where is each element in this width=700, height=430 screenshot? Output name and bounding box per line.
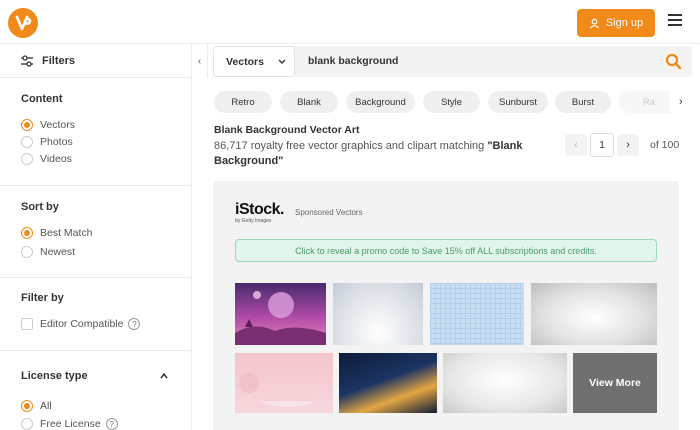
- sponsored-label: Sponsored Vectors: [295, 208, 363, 217]
- sort-heading: Sort by: [21, 201, 59, 213]
- signup-label: Sign up: [605, 17, 644, 29]
- option-label: Newest: [40, 246, 76, 258]
- chevron-up-icon[interactable]: [160, 372, 168, 380]
- asset-type-label: Vectors: [226, 55, 264, 68]
- filter-sidebar: Filters Content Vectors Photos Videos So…: [0, 45, 192, 430]
- option-label: Vectors: [40, 119, 76, 131]
- radio-selected[interactable]: [21, 227, 33, 239]
- option-label: Photos: [40, 136, 73, 148]
- chevron-left-icon[interactable]: ‹: [192, 45, 208, 78]
- radio[interactable]: [21, 153, 33, 165]
- option-label: Free License: [40, 418, 101, 430]
- content-filter-section: Content Vectors Photos Videos: [0, 79, 192, 186]
- results-count-text: 86,717 royalty free vector graphics and …: [214, 140, 488, 152]
- chevron-left-icon[interactable]: ‹: [565, 134, 587, 156]
- tag-partial[interactable]: Ra: [619, 91, 670, 113]
- license-option-free[interactable]: Free License?: [21, 418, 118, 430]
- option-label: Videos: [40, 153, 72, 165]
- page-total: of 100: [650, 139, 680, 151]
- radio[interactable]: [21, 418, 33, 430]
- search-bar: Vectors blank background: [213, 46, 692, 77]
- view-more-button[interactable]: View More: [573, 353, 657, 413]
- thumbnail-image[interactable]: [531, 283, 657, 345]
- content-option-photos[interactable]: Photos: [21, 136, 73, 148]
- results-subtitle: 86,717 royalty free vector graphics and …: [214, 139, 554, 169]
- logo-icon[interactable]: [8, 8, 38, 38]
- signup-button[interactable]: Sign up: [577, 9, 655, 37]
- radio-selected[interactable]: [21, 400, 33, 412]
- sort-section: Sort by Best Match Newest: [0, 187, 192, 278]
- radio-selected[interactable]: [21, 119, 33, 131]
- sort-option-newest[interactable]: Newest: [21, 246, 75, 258]
- istock-logo[interactable]: iStock. by Getty Images: [235, 201, 284, 224]
- filter-by-heading: Filter by: [21, 292, 64, 304]
- user-icon: [589, 18, 599, 29]
- sort-option-best-match[interactable]: Best Match: [21, 227, 93, 239]
- radio[interactable]: [21, 136, 33, 148]
- thumbnail-image[interactable]: [333, 283, 423, 345]
- filter-by-section: Filter by Editor Compatible?: [0, 279, 192, 351]
- license-section: License type All Free License?: [0, 352, 192, 430]
- thumbnail-image[interactable]: [339, 353, 437, 413]
- tag-sunburst[interactable]: Sunburst: [488, 91, 548, 113]
- tag-background[interactable]: Background: [346, 91, 415, 113]
- results-title: Blank Background Vector Art: [214, 124, 360, 136]
- checkbox[interactable]: [21, 318, 33, 330]
- option-label: Best Match: [40, 227, 93, 239]
- related-tags: Retro Blank Background Style Sunburst Bu…: [214, 91, 670, 115]
- tag-blank[interactable]: Blank: [280, 91, 338, 113]
- thumbnail-image[interactable]: [443, 353, 567, 413]
- content-heading: Content: [21, 93, 63, 105]
- promo-banner[interactable]: Click to reveal a promo code to Save 15%…: [235, 239, 657, 262]
- content-option-vectors[interactable]: Vectors: [21, 119, 75, 131]
- search-input[interactable]: blank background: [308, 55, 398, 67]
- filters-toggle[interactable]: Filters: [0, 45, 192, 78]
- help-icon[interactable]: ?: [128, 318, 141, 330]
- help-icon[interactable]: ?: [105, 418, 118, 430]
- editor-compatible-option[interactable]: Editor Compatible?: [21, 318, 141, 330]
- asset-type-select[interactable]: Vectors: [213, 46, 295, 77]
- radio[interactable]: [21, 246, 33, 258]
- hamburger-menu-icon[interactable]: [668, 14, 682, 28]
- thumbnail-image[interactable]: [430, 283, 524, 345]
- content-option-videos[interactable]: Videos: [21, 153, 72, 165]
- sliders-icon: [21, 55, 33, 67]
- chevron-down-icon: [278, 59, 286, 64]
- sponsored-panel: iStock. by Getty Images Sponsored Vector…: [213, 181, 679, 430]
- chevron-right-icon[interactable]: ›: [617, 134, 639, 156]
- option-label: All: [40, 400, 52, 412]
- license-option-all[interactable]: All: [21, 400, 52, 412]
- filters-label: Filters: [42, 55, 76, 67]
- tag-retro[interactable]: Retro: [214, 91, 272, 113]
- top-header: Sign up: [0, 0, 700, 44]
- tag-burst[interactable]: Burst: [555, 91, 611, 113]
- chevron-right-icon[interactable]: ›: [679, 96, 683, 108]
- search-icon[interactable]: [665, 53, 682, 70]
- thumbnail-image[interactable]: [235, 353, 333, 413]
- tag-style[interactable]: Style: [423, 91, 480, 113]
- option-label: Editor Compatible: [40, 318, 124, 330]
- istock-brand: iStock.: [235, 201, 284, 218]
- page-number-input[interactable]: 1: [590, 133, 614, 157]
- license-heading: License type: [21, 370, 88, 382]
- thumbnail-image[interactable]: [235, 283, 326, 345]
